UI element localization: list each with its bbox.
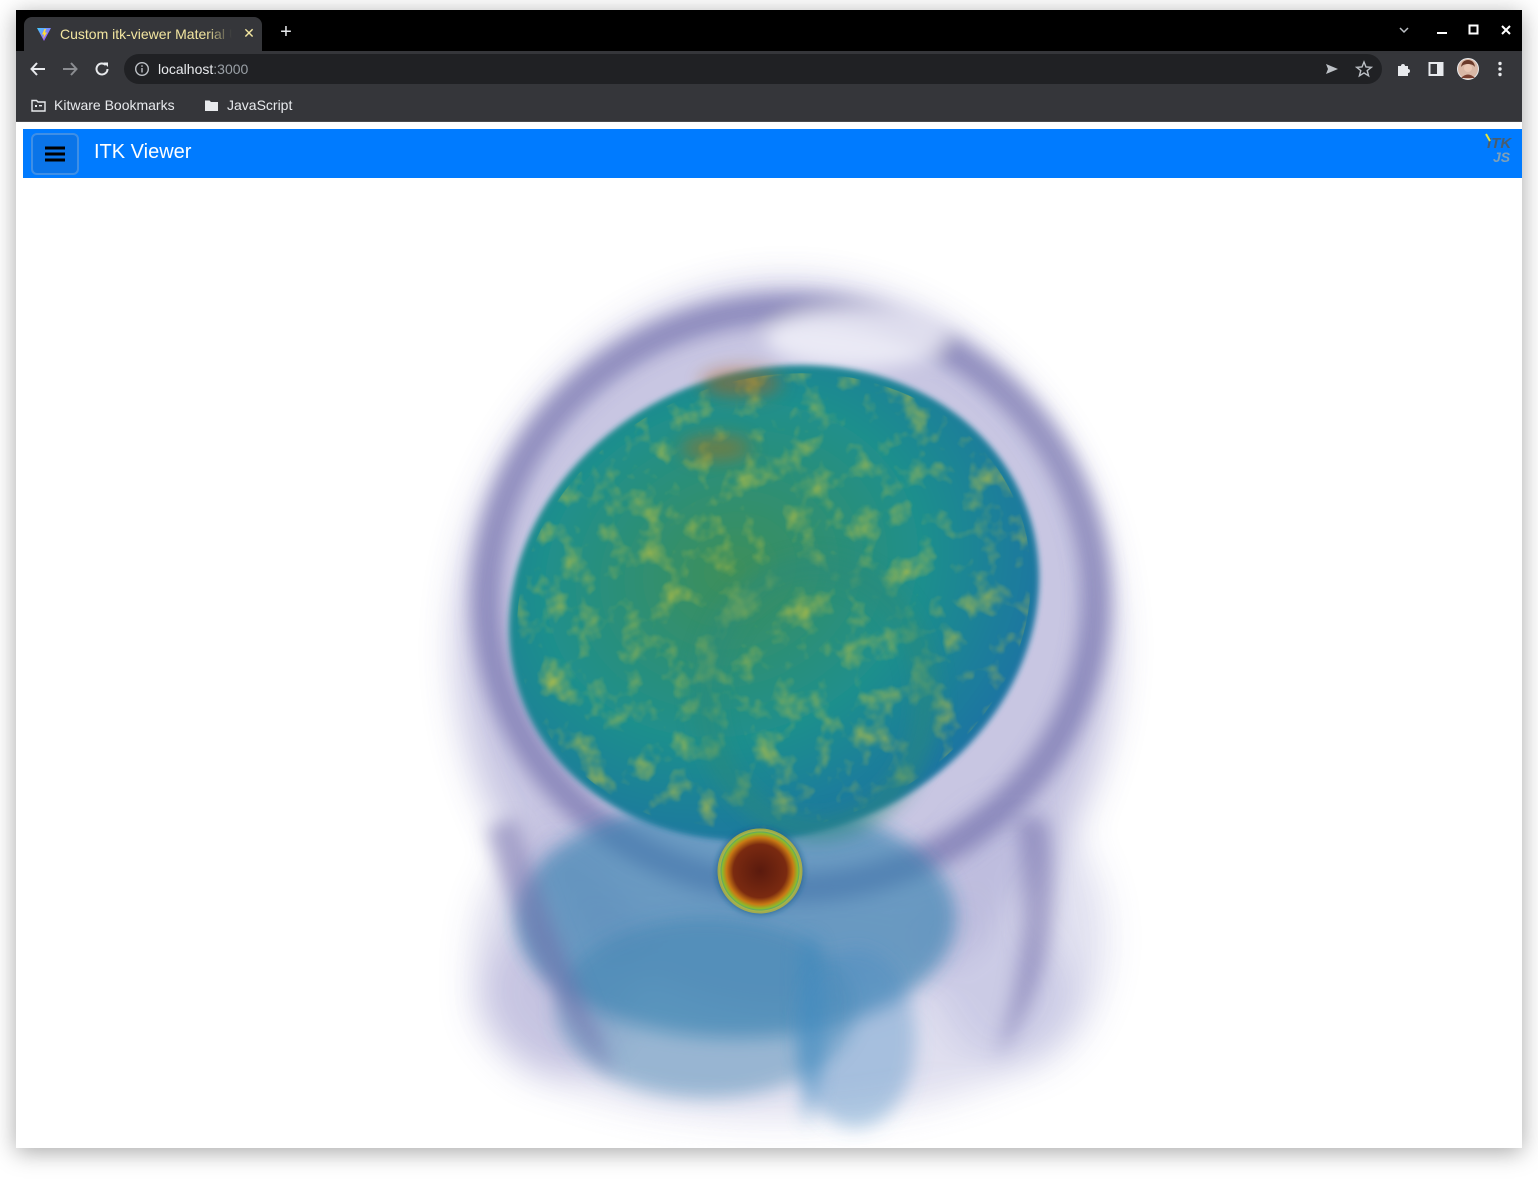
send-tab-icon[interactable] — [1320, 57, 1344, 81]
side-panel-icon[interactable] — [1424, 57, 1448, 81]
address-bar[interactable]: localhost:3000 — [124, 54, 1382, 84]
bookmark-folder-kitware[interactable]: Kitware Bookmarks — [31, 95, 175, 115]
bookmarks-bar: Kitware Bookmarks JavaScript — [16, 87, 1522, 122]
close-icon[interactable] — [1495, 20, 1517, 42]
hamburger-menu-icon — [45, 146, 65, 162]
browser-toolbar: localhost:3000 — [16, 51, 1522, 87]
bookmark-label: Kitware Bookmarks — [54, 97, 175, 113]
minimize-icon[interactable] — [1431, 20, 1453, 42]
tab-title: Custom itk-viewer Material UI — [60, 26, 232, 42]
address-text: localhost:3000 — [158, 61, 249, 77]
tab-strip: Custom itk-viewer Material UI ✕ + — [16, 10, 1522, 51]
bookmark-label: JavaScript — [227, 97, 293, 113]
menu-button[interactable] — [31, 133, 79, 175]
app-bar: ITK Viewer ITK JS — [23, 129, 1522, 178]
bookmark-folder-javascript[interactable]: JavaScript — [204, 95, 292, 115]
bookmark-star-icon[interactable] — [1352, 57, 1376, 81]
browser-tab[interactable]: Custom itk-viewer Material UI ✕ — [24, 17, 262, 51]
maximize-icon[interactable] — [1463, 20, 1485, 42]
extensions-puzzle-icon[interactable] — [1392, 57, 1416, 81]
kebab-menu-icon[interactable] — [1488, 57, 1512, 81]
close-icon[interactable]: ✕ — [240, 24, 258, 42]
back-arrow-icon[interactable] — [26, 57, 50, 81]
app-title: ITK Viewer — [94, 141, 192, 163]
profile-avatar[interactable] — [1456, 57, 1480, 81]
folder-icon — [205, 100, 218, 111]
site-info-icon[interactable] — [134, 61, 150, 77]
volume-render-viewport[interactable] — [16, 178, 1522, 1148]
reload-icon[interactable] — [90, 57, 114, 81]
vite-favicon-icon — [36, 26, 52, 42]
folder-icon — [31, 99, 46, 112]
svg-text:JS: JS — [1493, 149, 1511, 165]
itk-js-logo-icon: ITK JS — [1485, 131, 1519, 165]
volume-rendering-canvas[interactable] — [16, 178, 1522, 1148]
chevron-down-icon[interactable] — [1393, 20, 1415, 42]
browser-window: Custom itk-viewer Material UI ✕ + localh… — [16, 10, 1522, 1148]
page-content: ITK Viewer ITK JS — [16, 122, 1522, 1148]
forward-arrow-icon[interactable] — [58, 57, 82, 81]
plus-icon[interactable]: + — [276, 22, 296, 43]
